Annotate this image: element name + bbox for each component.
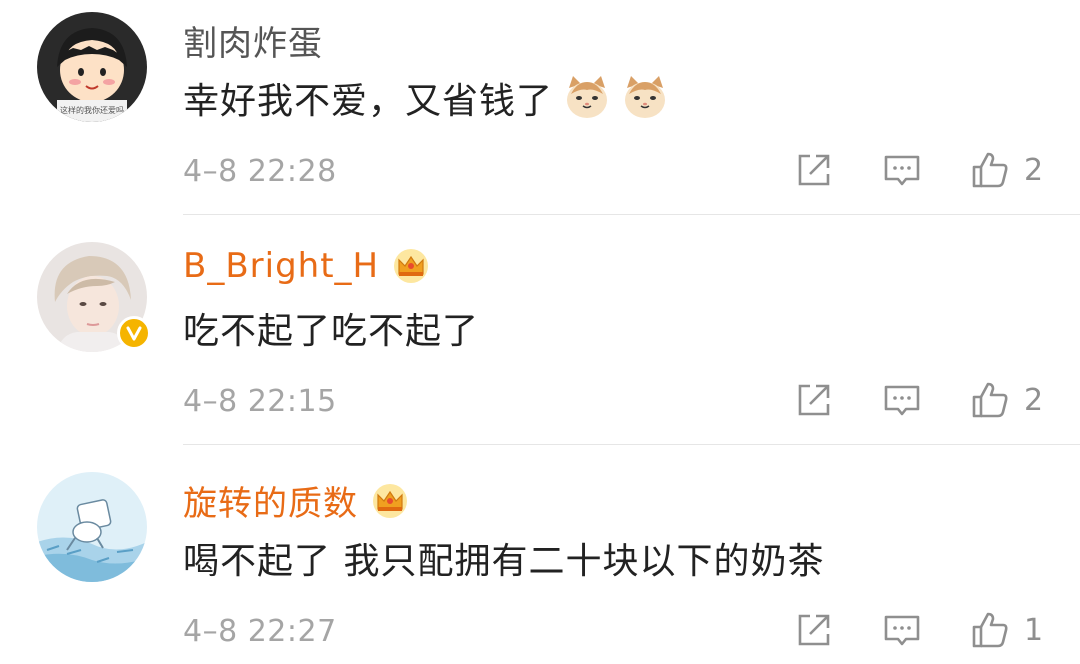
share-icon	[798, 154, 830, 186]
thumbs-up-icon	[972, 382, 1008, 418]
username[interactable]: B_Bright_H	[183, 246, 431, 286]
comment-actions: 1	[794, 610, 1044, 650]
username[interactable]: 割肉炸蛋	[183, 16, 323, 65]
crown-icon	[370, 483, 410, 519]
divider	[183, 444, 1080, 445]
avatar-image	[37, 472, 147, 582]
share-icon	[798, 384, 830, 416]
comment-text: 喝不起了 我只配拥有二十块以下的奶茶	[183, 532, 824, 584]
username-text: B_Bright_H	[183, 246, 380, 286]
username[interactable]: 旋转的质数	[183, 476, 410, 525]
share-button[interactable]	[794, 380, 834, 420]
avatar[interactable]	[37, 242, 151, 352]
comment-actions: 2	[794, 380, 1044, 420]
reply-icon	[884, 155, 920, 186]
avatar-caption: 这样的我你还爱吗	[60, 105, 124, 115]
reply-button[interactable]	[882, 610, 922, 650]
share-icon	[798, 614, 830, 646]
reply-button[interactable]	[882, 150, 922, 190]
comment-text: 吃不起了吃不起了	[183, 302, 479, 354]
like-button[interactable]: 2	[970, 150, 1044, 190]
like-count: 1	[1024, 612, 1044, 648]
timestamp: 4–8 22:28	[183, 154, 337, 189]
comment-body: 幸好我不爱，又省钱了	[183, 81, 554, 122]
timestamp: 4–8 22:27	[183, 614, 337, 649]
share-button[interactable]	[794, 610, 834, 650]
like-button[interactable]: 2	[970, 380, 1044, 420]
comment-body: 吃不起了吃不起了	[183, 311, 480, 352]
like-count: 2	[1024, 382, 1044, 418]
avatar[interactable]: 这样的我你还爱吗	[37, 12, 147, 122]
thumbs-up-icon	[972, 612, 1008, 648]
cat-emoji-icon	[621, 74, 669, 122]
verified-v-icon	[126, 326, 142, 341]
like-button[interactable]: 1	[970, 610, 1044, 650]
comment-item: B_Bright_H 吃不起了吃不起了 4–8 22:15 2	[0, 230, 1080, 460]
thumbs-up-icon	[972, 152, 1008, 188]
comment-text: 幸好我不爱，又省钱了	[183, 72, 669, 124]
like-count: 2	[1024, 152, 1044, 188]
username-text: 旋转的质数	[183, 484, 358, 524]
divider	[183, 214, 1080, 215]
cat-emoji-icon	[563, 74, 611, 122]
reply-icon	[884, 615, 920, 646]
comment-actions: 2	[794, 150, 1044, 190]
verified-badge	[117, 316, 151, 350]
reply-button[interactable]	[882, 380, 922, 420]
avatar[interactable]	[37, 472, 147, 582]
crown-icon	[391, 248, 431, 284]
comment-item: 这样的我你还爱吗 割肉炸蛋 幸好我不爱，又省钱了 4–8 22:28 2	[0, 0, 1080, 230]
username-text: 割肉炸蛋	[183, 24, 323, 64]
reply-icon	[884, 385, 920, 416]
comment-body: 喝不起了 我只配拥有二十块以下的奶茶	[183, 541, 825, 582]
timestamp: 4–8 22:15	[183, 384, 337, 419]
avatar-image: 这样的我你还爱吗	[37, 12, 147, 122]
comment-item: 旋转的质数 喝不起了 我只配拥有二十块以下的奶茶 4–8 22:27 1	[0, 460, 1080, 664]
share-button[interactable]	[794, 150, 834, 190]
